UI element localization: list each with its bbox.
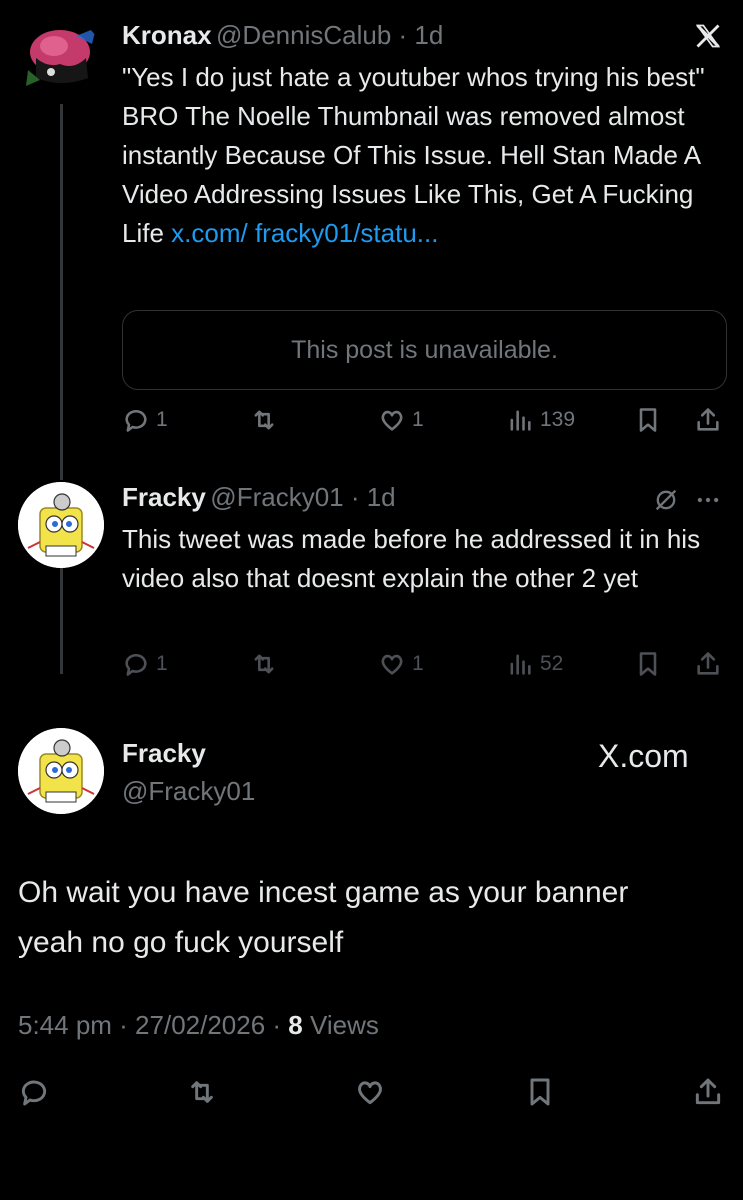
bookmark-button[interactable] xyxy=(634,650,662,678)
reply-icon xyxy=(21,1080,47,1106)
main-post-text: Oh wait you have incest game as your ban… xyxy=(18,876,629,959)
author-name[interactable]: Fracky xyxy=(122,482,206,512)
views-count: 52 xyxy=(540,652,564,675)
bookmark-icon xyxy=(639,408,657,432)
thread-line xyxy=(60,562,63,674)
reply-count: 1 xyxy=(156,408,168,431)
grok-icon[interactable] xyxy=(652,486,680,514)
retweet-button[interactable] xyxy=(250,406,278,434)
retweet-icon xyxy=(254,410,274,430)
retweet-button[interactable] xyxy=(250,650,278,678)
retweet-icon xyxy=(254,654,274,674)
author-name[interactable]: Kronax xyxy=(122,20,212,50)
reply-button[interactable]: 1 xyxy=(122,406,168,434)
share-icon xyxy=(697,408,719,431)
unavailable-text: This post is unavailable. xyxy=(291,336,558,364)
author-name[interactable]: Fracky xyxy=(122,738,206,769)
views-icon xyxy=(510,654,531,675)
post-timestamp: 5:44 pm · 27/02/2026 · 8 Views xyxy=(18,1010,379,1041)
views-count: 139 xyxy=(540,408,576,431)
reply-button[interactable] xyxy=(18,1076,50,1113)
bookmark-icon xyxy=(639,652,657,676)
post-link[interactable]: x.com/ fracky01/statu... xyxy=(171,218,438,248)
like-icon xyxy=(358,1081,382,1105)
more-icon[interactable] xyxy=(694,486,722,514)
like-count: 1 xyxy=(412,652,424,675)
like-icon xyxy=(381,410,403,431)
x-com-watermark: X.com xyxy=(598,738,689,774)
like-icon xyxy=(381,654,403,675)
share-icon xyxy=(695,1078,721,1105)
views-count: 8 xyxy=(288,1010,303,1040)
like-count: 1 xyxy=(412,408,424,431)
author-handle-time[interactable]: @Fracky01 · 1d xyxy=(210,482,395,512)
views-button[interactable]: 52 xyxy=(506,650,563,678)
avatar-kronax[interactable] xyxy=(18,18,104,104)
retweet-button[interactable] xyxy=(186,1076,218,1113)
retweet-icon xyxy=(191,1081,213,1103)
avatar-fracky[interactable] xyxy=(18,728,104,814)
bookmark-button[interactable] xyxy=(634,406,662,434)
reply-count: 1 xyxy=(156,652,168,675)
like-button[interactable]: 1 xyxy=(378,650,424,678)
share-button[interactable] xyxy=(694,406,722,434)
share-button[interactable] xyxy=(694,650,722,678)
post-text: "Yes I do just hate a youtuber whos tryi… xyxy=(122,58,732,253)
x-logo-icon xyxy=(694,22,722,50)
bookmark-button[interactable] xyxy=(524,1076,556,1113)
like-button[interactable]: 1 xyxy=(378,406,424,434)
views-label: Views xyxy=(302,1010,379,1040)
thread-line xyxy=(60,104,63,480)
like-button[interactable] xyxy=(354,1076,386,1113)
views-button[interactable]: 139 xyxy=(506,406,575,434)
views-icon xyxy=(510,410,531,431)
share-button[interactable] xyxy=(692,1076,724,1113)
timestamp-text: 5:44 pm · 27/02/2026 · xyxy=(18,1010,289,1040)
post-text: This tweet was made before he addressed … xyxy=(122,524,701,593)
bookmark-icon xyxy=(530,1078,550,1106)
author-handle-time[interactable]: @DennisCalub · 1d xyxy=(216,20,443,50)
author-handle[interactable]: @Fracky01 xyxy=(122,776,255,807)
share-icon xyxy=(697,652,719,675)
reply-icon xyxy=(125,410,147,432)
quoted-post-unavailable: This post is unavailable. xyxy=(122,310,727,390)
reply-icon xyxy=(125,654,147,676)
avatar-fracky[interactable] xyxy=(18,482,104,568)
reply-button[interactable]: 1 xyxy=(122,650,168,678)
